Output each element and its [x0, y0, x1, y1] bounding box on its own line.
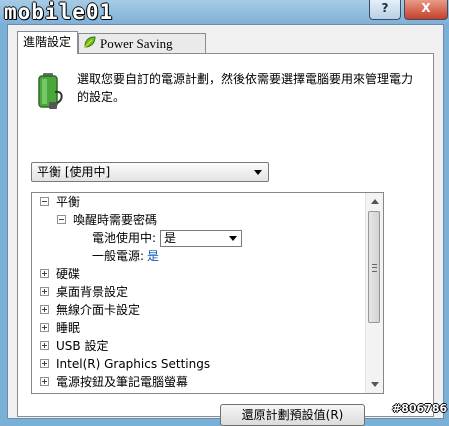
- tree-node-label: 硬碟: [56, 267, 81, 281]
- tree-node-hard-disk[interactable]: 硬碟: [40, 265, 80, 283]
- expand-icon[interactable]: [40, 377, 49, 386]
- advanced-settings-panel: 選取您要自訂的電源計劃，然後依需要選擇電腦要用來管理電力的設定。 平衡 [使用中…: [17, 53, 434, 426]
- power-plan-dropdown[interactable]: 平衡 [使用中]: [31, 162, 269, 182]
- tree-node-label: 睡眠: [56, 321, 81, 335]
- tree-scrollbar[interactable]: [365, 193, 383, 393]
- grip-icon: [372, 264, 377, 272]
- collapse-icon[interactable]: [57, 215, 66, 224]
- expand-icon[interactable]: [40, 323, 49, 332]
- tree-node-wireless-adapter[interactable]: 無線介面卡設定: [40, 301, 140, 319]
- dropdown-value: 平衡 [使用中]: [37, 165, 111, 179]
- tree-node-label: USB 設定: [56, 339, 109, 353]
- tree-node-balanced[interactable]: 平衡: [40, 193, 80, 211]
- dialog-window: 進階設定 Power Saving Utility 選取您要自訂的電源計劃，然後…: [7, 24, 444, 426]
- help-button[interactable]: ?: [369, 0, 401, 20]
- plugged-in-setting: 一般電源: 是: [92, 247, 159, 265]
- chevron-down-icon: [229, 236, 237, 241]
- collapse-icon[interactable]: [40, 197, 49, 206]
- restore-defaults-button[interactable]: 還原計劃預設值(R): [220, 404, 365, 426]
- expand-icon[interactable]: [40, 341, 49, 350]
- expand-icon[interactable]: [40, 359, 49, 368]
- tab-advanced-settings[interactable]: 進階設定: [17, 31, 78, 54]
- scroll-down-icon[interactable]: [371, 382, 379, 387]
- tab-power-saving-utility[interactable]: Power Saving Utility: [78, 33, 206, 72]
- expand-icon[interactable]: [40, 305, 49, 314]
- scroll-up-icon[interactable]: [371, 199, 379, 204]
- on-battery-setting: 電池使用中: 是: [92, 229, 332, 247]
- settings-tree[interactable]: 平衡 喚醒時需要密碼 電池使用中: 是 一般電源: 是 硬碟 桌面背景設定 無線…: [31, 192, 384, 394]
- tree-node-label: 桌面背景設定: [56, 285, 129, 299]
- tree-node-label: 無線介面卡設定: [56, 303, 141, 317]
- chevron-down-icon: [254, 170, 262, 175]
- tree-node-desktop-background[interactable]: 桌面背景設定: [40, 283, 128, 301]
- tree-node-usb[interactable]: USB 設定: [40, 337, 108, 355]
- battery-icon: [33, 72, 67, 113]
- expand-icon[interactable]: [40, 269, 49, 278]
- tree-node-intel-graphics[interactable]: Intel(R) Graphics Settings: [40, 355, 210, 373]
- title-bar: mobile01 ? X: [0, 0, 449, 24]
- watermark-logo: mobile01: [4, 0, 114, 24]
- tree-node-label: 喚醒時需要密碼: [73, 213, 158, 227]
- on-battery-select[interactable]: 是: [160, 230, 242, 247]
- tree-node-label: 平衡: [56, 195, 81, 209]
- scrollbar-thumb[interactable]: [368, 211, 380, 323]
- expand-icon[interactable]: [40, 287, 49, 296]
- watermark-id: #806786: [392, 402, 448, 415]
- plugged-in-value[interactable]: 是: [147, 249, 159, 263]
- on-battery-value: 是: [164, 231, 177, 245]
- tree-node-wake-password[interactable]: 喚醒時需要密碼: [57, 211, 157, 229]
- tree-node-label: Intel(R) Graphics Settings: [56, 357, 211, 371]
- tree-node-sleep[interactable]: 睡眠: [40, 319, 80, 337]
- plugged-in-label: 一般電源:: [92, 249, 145, 263]
- close-button[interactable]: X: [404, 0, 448, 20]
- on-battery-label: 電池使用中:: [92, 231, 157, 245]
- tree-node-label: 電源按鈕及筆記電腦螢幕: [56, 375, 189, 389]
- intro-text: 選取您要自訂的電源計劃，然後依需要選擇電腦要用來管理電力的設定。: [77, 72, 414, 104]
- tree-node-power-buttons-lid[interactable]: 電源按鈕及筆記電腦螢幕: [40, 373, 188, 391]
